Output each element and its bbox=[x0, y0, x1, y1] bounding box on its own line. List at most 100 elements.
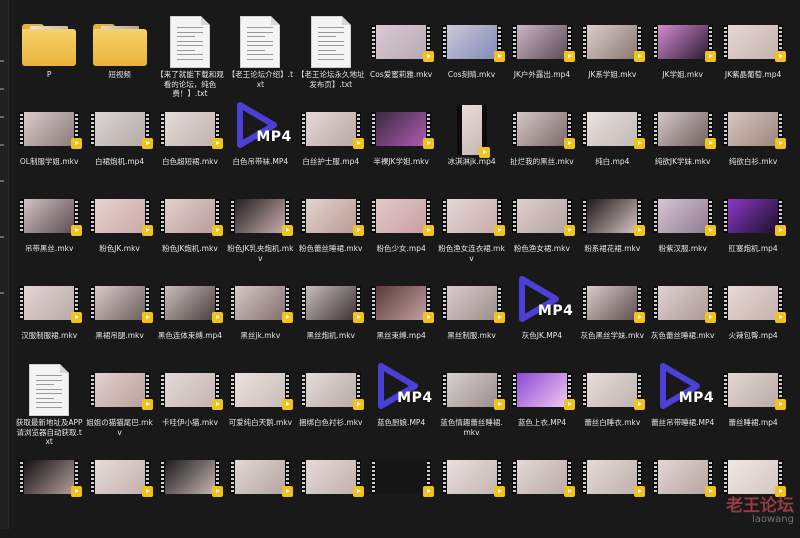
video-file-item[interactable]: 冰淇淋jk.mp4 bbox=[436, 103, 506, 190]
media-player-badge-icon bbox=[704, 51, 716, 62]
video-file-item[interactable]: JK户外露出.mp4 bbox=[507, 16, 577, 103]
video-file-item[interactable]: MP4 白色吊带袜.MP4 bbox=[225, 102, 295, 190]
video-file-item[interactable]: 粉色JK炮机.mkv bbox=[155, 190, 225, 277]
text-file-item[interactable]: 【老王论坛永久地址发布页】.txt bbox=[296, 16, 366, 103]
video-file-item[interactable] bbox=[225, 451, 295, 538]
video-file-item[interactable]: 粉色JK乳夹炮机.mkv bbox=[225, 190, 295, 277]
video-file-item[interactable]: 粉色渔女连衣裙.mkv bbox=[436, 190, 506, 277]
video-file-item[interactable]: JK系学姐.mkv bbox=[577, 16, 647, 103]
video-file-item[interactable]: 灰色蕾丝睡裙.mkv bbox=[648, 277, 718, 364]
video-file-item[interactable] bbox=[507, 451, 577, 538]
file-thumbnail bbox=[19, 451, 83, 503]
video-file-item[interactable]: 粉色少女.mp4 bbox=[366, 190, 436, 277]
video-file-item[interactable]: 粉色蕾丝睡裙.mkv bbox=[296, 190, 366, 277]
video-file-item[interactable] bbox=[648, 451, 718, 538]
video-thumbnail bbox=[582, 460, 646, 497]
video-file-item[interactable] bbox=[84, 451, 154, 538]
media-player-badge-icon bbox=[423, 312, 435, 323]
video-file-item[interactable]: 纯欲白衫.mkv bbox=[718, 103, 788, 190]
video-file-item[interactable]: 姐姐の猫猫尾巴.mkv bbox=[84, 364, 154, 451]
media-player-badge-icon bbox=[141, 138, 153, 149]
video-file-item[interactable] bbox=[577, 451, 647, 538]
media-player-badge-icon bbox=[493, 312, 505, 323]
video-file-item[interactable]: Cos爱蜜莉雅.mkv bbox=[366, 16, 436, 103]
video-file-item[interactable]: MP4 蓝色厨娘.MP4 bbox=[366, 363, 436, 451]
video-file-item[interactable] bbox=[155, 451, 225, 538]
video-file-item[interactable]: 吊带黑丝.mkv bbox=[14, 190, 84, 277]
video-file-item[interactable]: 汉服制服裙.mkv bbox=[14, 277, 84, 364]
video-file-item[interactable]: 可爱纯白天鹅.mkv bbox=[225, 364, 295, 451]
text-file-item[interactable]: 获取最新地址及APP请浏览器自动获取.txt bbox=[14, 364, 84, 451]
video-thumbnail bbox=[89, 373, 153, 410]
video-file-item[interactable]: 蓝色情趣蕾丝睡裙.mkv bbox=[436, 364, 506, 451]
sidebar-tick bbox=[0, 144, 4, 146]
text-document-icon bbox=[310, 16, 351, 68]
video-file-item[interactable] bbox=[14, 451, 84, 538]
video-file-item[interactable]: 黑裙吊腿.mkv bbox=[84, 277, 154, 364]
media-player-badge-icon bbox=[563, 399, 575, 410]
video-file-item[interactable]: 粉色JK.mkv bbox=[84, 190, 154, 277]
video-file-item[interactable] bbox=[366, 451, 436, 538]
text-file-item[interactable]: 【来了就能下载和观看的论坛，纯色费！】.txt bbox=[155, 16, 225, 103]
video-file-item[interactable]: 黑丝束缚.mp4 bbox=[366, 277, 436, 364]
video-file-item[interactable]: 蕾丝睡裙.mp4 bbox=[718, 364, 788, 451]
file-name-label: 粉色蕾丝睡裙.mkv bbox=[299, 244, 363, 253]
folder-item[interactable]: 短视频 bbox=[84, 16, 154, 103]
video-file-item[interactable]: JK学姐.mkv bbox=[648, 16, 718, 103]
video-file-item[interactable]: 粉系裙花裙.mkv bbox=[577, 190, 647, 277]
video-file-item[interactable]: 蓝色上衣.MP4 bbox=[507, 364, 577, 451]
video-file-item[interactable]: 灰色黑丝学妹.mkv bbox=[577, 277, 647, 364]
media-player-badge-icon bbox=[71, 225, 83, 236]
file-name-label: 黑丝束缚.mp4 bbox=[376, 331, 426, 340]
video-file-item[interactable]: MP4 蕾丝吊带睡裙.MP4 bbox=[648, 363, 718, 451]
video-thumbnail bbox=[300, 199, 364, 236]
text-file-item[interactable]: 【老王论坛介绍】.txt bbox=[225, 16, 295, 103]
video-file-item[interactable]: 粉紫汉服.mkv bbox=[648, 190, 718, 277]
sidebar-tick bbox=[0, 60, 4, 62]
video-file-item[interactable]: 纯白.mp4 bbox=[577, 103, 647, 190]
video-file-item[interactable]: JK紫晶葡萄.mp4 bbox=[718, 16, 788, 103]
video-file-item[interactable] bbox=[436, 451, 506, 538]
video-file-item[interactable]: 卡哇伊小猫.mkv bbox=[155, 364, 225, 451]
video-file-item[interactable]: 肛塞炮机.mp4 bbox=[718, 190, 788, 277]
video-file-item[interactable]: 粉色渔女裙.mkv bbox=[507, 190, 577, 277]
video-file-item[interactable]: 捆绑白色衬衫.mkv bbox=[296, 364, 366, 451]
video-file-item[interactable]: Cos刻晴.mkv bbox=[436, 16, 506, 103]
file-thumbnail bbox=[159, 451, 223, 503]
file-thumbnail bbox=[371, 190, 435, 242]
file-name-label: 粉色渔女裙.mkv bbox=[513, 244, 570, 253]
file-thumbnail bbox=[582, 103, 646, 155]
video-file-item[interactable]: 白裙炮机.mp4 bbox=[84, 103, 154, 190]
video-file-item[interactable]: 白丝护士服.mp4 bbox=[296, 103, 366, 190]
media-player-badge-icon bbox=[634, 312, 646, 323]
file-name-label: 粉色JK炮机.mkv bbox=[162, 244, 218, 253]
video-file-item[interactable]: 黑丝炮机.mkv bbox=[296, 277, 366, 364]
media-player-badge-icon bbox=[71, 486, 83, 497]
folder-item[interactable]: P bbox=[14, 16, 84, 103]
file-thumbnail bbox=[652, 190, 716, 242]
media-player-badge-icon bbox=[211, 312, 223, 323]
mp4-play-icon: MP4 bbox=[653, 363, 714, 416]
file-thumbnail bbox=[230, 277, 294, 329]
video-file-item[interactable]: 白色超短裙.mkv bbox=[155, 103, 225, 190]
video-file-item[interactable]: MP4 灰色JK.MP4 bbox=[507, 276, 577, 364]
video-thumbnail bbox=[19, 112, 83, 149]
video-file-item[interactable]: 火辣包臀.mp4 bbox=[718, 277, 788, 364]
video-file-item[interactable]: 纯欲JK学妹.mkv bbox=[648, 103, 718, 190]
video-file-item[interactable]: 黑丝jk.mkv bbox=[225, 277, 295, 364]
file-thumbnail bbox=[441, 190, 505, 242]
video-thumbnail bbox=[582, 25, 646, 62]
video-file-item[interactable]: 半裸JK学姐.mkv bbox=[366, 103, 436, 190]
video-file-item[interactable] bbox=[296, 451, 366, 538]
folder-icon bbox=[22, 24, 77, 66]
file-thumbnail bbox=[19, 277, 83, 329]
video-file-item[interactable]: 黑色连体束缚.mp4 bbox=[155, 277, 225, 364]
file-name-label: 灰色蕾丝睡裙.mkv bbox=[650, 331, 715, 340]
video-file-item[interactable]: OL制服学姐.mkv bbox=[14, 103, 84, 190]
file-name-label: 蕾丝白睡衣.mkv bbox=[584, 418, 641, 427]
video-thumbnail bbox=[511, 460, 575, 497]
sidebar-tick bbox=[0, 292, 4, 294]
video-file-item[interactable]: 扯烂我的黑丝.mkv bbox=[507, 103, 577, 190]
video-file-item[interactable]: 蕾丝白睡衣.mkv bbox=[577, 364, 647, 451]
video-file-item[interactable]: 黑丝制服.mkv bbox=[436, 277, 506, 364]
